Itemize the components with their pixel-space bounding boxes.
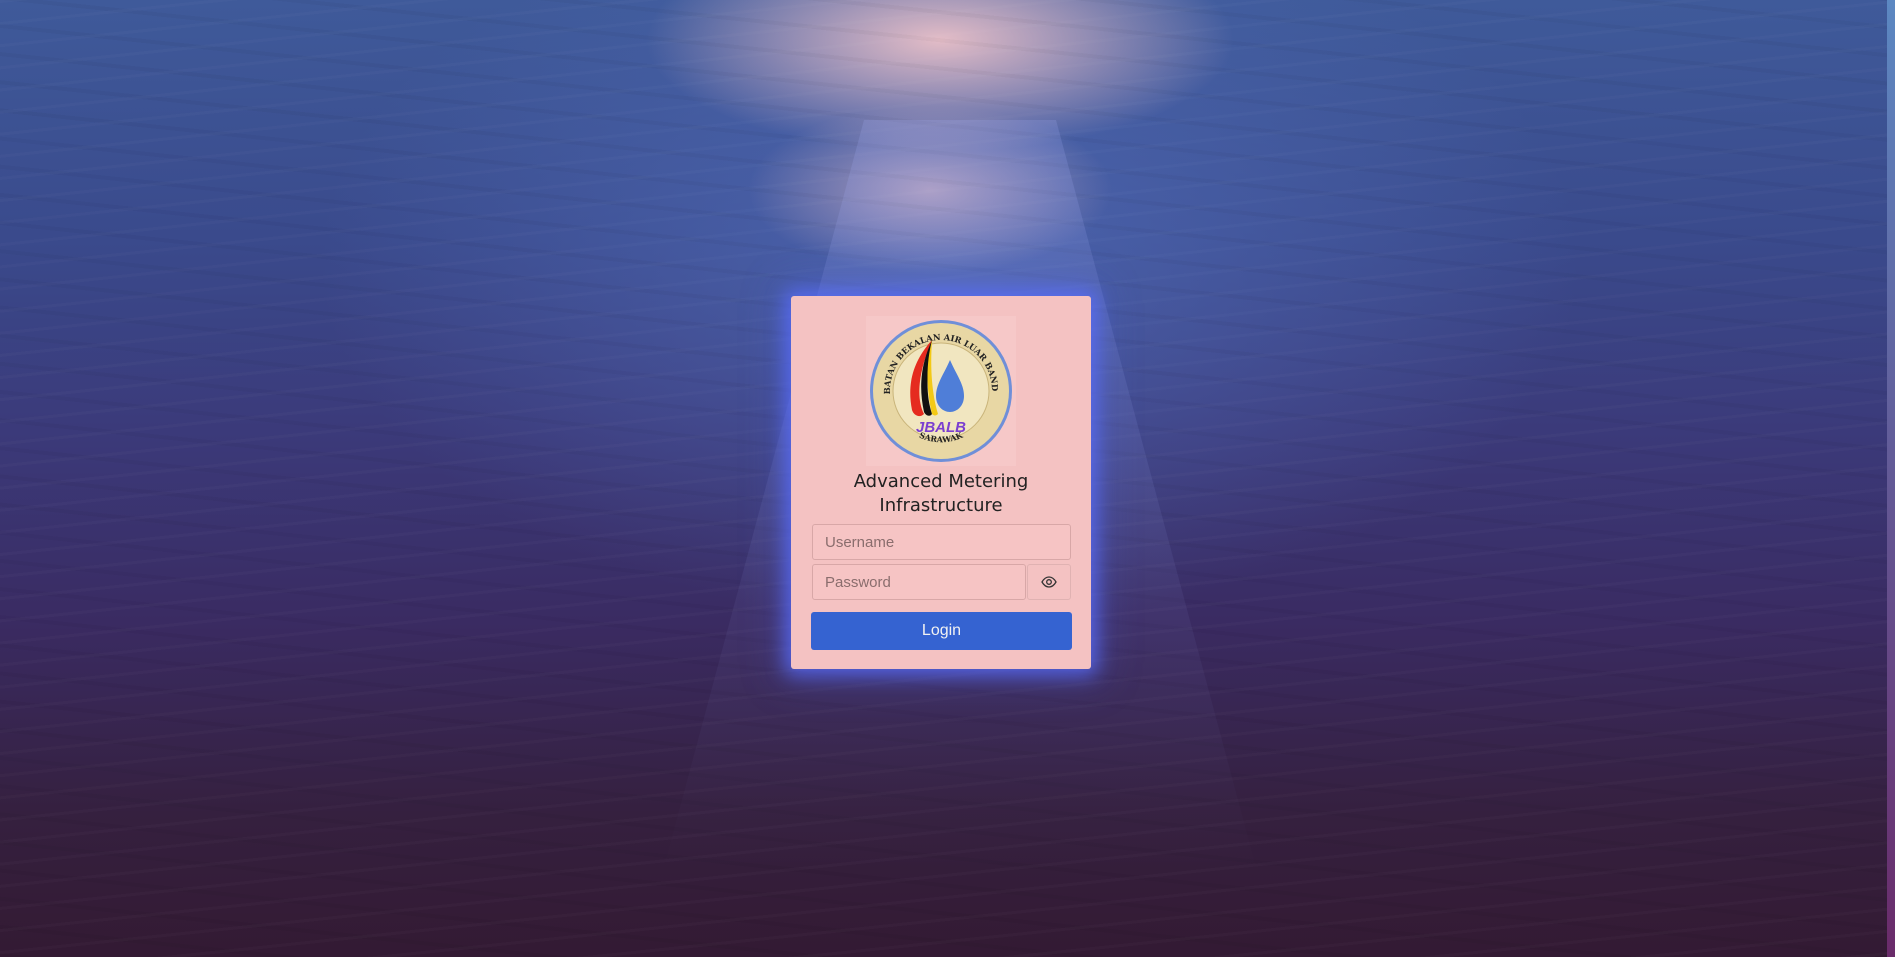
eye-icon: [1041, 576, 1057, 588]
password-input[interactable]: [812, 564, 1026, 600]
jbalb-logo: JABATAN BEKALAN AIR LUAR BANDAR SARAWAK …: [866, 316, 1016, 466]
login-button[interactable]: Login: [811, 612, 1072, 650]
window-edge: [1887, 0, 1895, 957]
login-card: JABATAN BEKALAN AIR LUAR BANDAR SARAWAK …: [791, 296, 1091, 669]
jbalb-seal-icon: JABATAN BEKALAN AIR LUAR BANDAR SARAWAK …: [868, 318, 1012, 462]
page-title: Advanced Metering Infrastructure: [853, 471, 1029, 516]
svg-text:JBALB: JBALB: [916, 419, 966, 436]
show-password-button[interactable]: [1027, 564, 1071, 600]
username-input[interactable]: [812, 524, 1071, 560]
